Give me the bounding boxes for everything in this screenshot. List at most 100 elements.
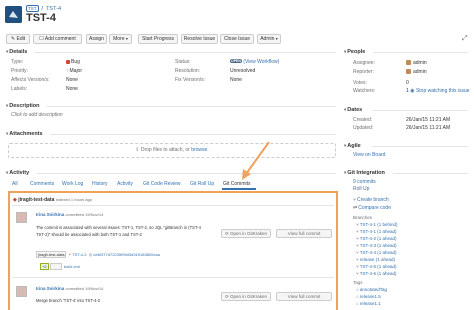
add-comment-button[interactable]: ☐ Add comment: [33, 34, 82, 44]
user-avatar-icon: [406, 60, 411, 65]
tab-all[interactable]: All: [12, 181, 18, 187]
admin-button[interactable]: Admin ▾: [257, 34, 281, 44]
watchers-count[interactable]: 1: [406, 88, 409, 94]
branch-icon: ⑂: [68, 252, 72, 257]
issue-title: TST-4: [26, 12, 56, 24]
branch-item[interactable]: ⑂TST-4-1 (1 ahead): [356, 229, 396, 234]
commit-icon: ◎: [88, 252, 93, 257]
active-tab-indicator: [222, 188, 256, 190]
twisty-icon: ▾: [6, 131, 9, 136]
section-divider: [50, 134, 336, 135]
git-integration-heading[interactable]: ▾Git Integration: [344, 170, 385, 176]
more-button[interactable]: More ▾: [109, 34, 132, 44]
affects-version-label: Affects Version/s:: [11, 77, 50, 83]
commit-author[interactable]: Irina Svirkina: [36, 286, 64, 291]
upload-icon: ⇪: [135, 147, 140, 153]
branch-icon: ⑂: [356, 243, 359, 248]
votes-label: Votes:: [353, 80, 367, 86]
drop-text: Drop files to attach, or: [140, 147, 190, 153]
tag-item[interactable]: ⌂release1.5: [356, 294, 381, 299]
commit-file-row: +2 build.xml: [40, 263, 80, 270]
status-value: OPEN (View Workflow): [230, 59, 279, 65]
section-divider: [372, 146, 468, 147]
assign-button[interactable]: Assign: [86, 34, 107, 44]
branch-icon: ⑂: [356, 222, 359, 227]
tab-git-code-review[interactable]: Git Code Review: [143, 181, 181, 187]
branch-item[interactable]: ⑂TST-4-4 (1 ahead): [356, 250, 396, 255]
branches-heading: Branches: [353, 215, 373, 220]
type-value: Bug: [66, 59, 80, 65]
view-on-board-link[interactable]: View on Board: [353, 152, 385, 158]
view-full-commit-button[interactable]: View full commit: [276, 292, 332, 301]
branch-item[interactable]: ⑂TST-4-1 (1 behind): [356, 222, 397, 227]
people-heading[interactable]: ▾People: [344, 49, 365, 55]
file-link[interactable]: build.xml: [64, 264, 80, 269]
open-in-gitkraken-button[interactable]: ⟳ Open in GitKraken: [221, 292, 271, 301]
labels-value[interactable]: None: [66, 86, 78, 92]
avatar: [16, 286, 27, 297]
agile-heading[interactable]: ▾Agile: [344, 143, 361, 149]
browse-link[interactable]: browse.: [191, 147, 209, 153]
branch-item[interactable]: ⑂TST-4-6 (1 ahead): [356, 271, 396, 276]
twisty-icon: ▾: [6, 103, 9, 108]
created-value: 26/Jan/15 11:21 AM: [406, 117, 451, 123]
commits-count-link[interactable]: 9 commits: [353, 179, 376, 185]
start-progress-button[interactable]: Start Progress: [138, 34, 178, 44]
view-workflow-link[interactable]: (View Workflow): [243, 59, 279, 65]
priority-value: ↑Major: [66, 68, 83, 74]
attachments-heading[interactable]: ▾Attachments: [6, 131, 43, 137]
branch-item[interactable]: ⑂TST-4-3 (1 ahead): [356, 243, 396, 248]
commit-author[interactable]: Irina Svirkina: [36, 212, 64, 217]
branch-item[interactable]: ⑂TST-4-2 (1 ahead): [356, 236, 396, 241]
close-issue-button[interactable]: Close Issue: [220, 34, 254, 44]
dates-heading[interactable]: ▾Dates: [344, 107, 362, 113]
assignee-label: Assignee:: [353, 60, 375, 66]
tag-icon: ⌂: [356, 287, 359, 292]
edit-button[interactable]: ✎ Edit: [6, 34, 30, 44]
details-heading[interactable]: ▾Details: [6, 49, 27, 55]
tab-work-log[interactable]: Work Log: [62, 181, 83, 187]
commit-author-line: Irina Svirkina committed 19/Nov/14: [36, 286, 103, 291]
repository-meta: indexed 1 hours ago: [55, 197, 93, 202]
branch-item[interactable]: ⑂TST-4-5 (1 ahead): [356, 264, 396, 269]
breadcrumb: TST / TST-4: [26, 5, 62, 12]
reporter-value[interactable]: admin: [406, 69, 427, 75]
resolution-label: Resolution:: [175, 68, 201, 74]
annotation-arrow-icon: [242, 141, 270, 180]
commit-hash-link[interactable]: d4bf377d72235f99d3d3151838f2fcaa: [93, 252, 160, 257]
assignee-value[interactable]: admin: [406, 60, 427, 66]
stop-watching-link[interactable]: Stop watching this issue: [416, 88, 470, 94]
attachment-drop-zone[interactable]: ⇪ Drop files to attach, or browse.: [8, 143, 336, 158]
compare-code-link[interactable]: ⇄Compare code: [353, 205, 391, 211]
open-in-gitkraken-button[interactable]: ⟳ Open in GitKraken: [221, 229, 271, 238]
tab-comments[interactable]: Comments: [30, 181, 54, 187]
tag-item[interactable]: ⌂release1.1: [356, 301, 381, 306]
diff-bar: [49, 263, 62, 270]
tab-history[interactable]: History: [92, 181, 108, 187]
collapse-icon[interactable]: ⤢: [462, 35, 470, 43]
branch-item[interactable]: ⑂release (1 ahead): [356, 257, 395, 262]
section-divider: [393, 173, 468, 174]
roll-up-link[interactable]: Roll Up: [353, 186, 369, 192]
tag-icon: ⌂: [356, 294, 359, 299]
tab-git-roll-up[interactable]: Git Roll Up: [190, 181, 214, 187]
create-branch-link[interactable]: ⑂Create branch: [353, 197, 389, 203]
activity-heading[interactable]: ▾Activity: [6, 170, 29, 176]
commit-meta: committed 19/Nov/14: [65, 212, 104, 217]
description-heading[interactable]: ▾Description: [6, 103, 40, 109]
view-full-commit-button[interactable]: View full commit: [276, 229, 332, 238]
resolve-issue-button[interactable]: Resolve Issue: [181, 34, 218, 44]
branch-icon: ⑂: [356, 229, 359, 234]
repository-name[interactable]: jiragit-test-data: [18, 197, 54, 203]
repo-chip[interactable]: jiragit-test-data: [36, 251, 67, 258]
tag-item[interactable]: ⌂annotatedTag: [356, 287, 387, 292]
updated-label: Updated:: [353, 125, 374, 131]
description-placeholder[interactable]: Click to add description: [11, 112, 63, 118]
commit-author-line: Irina Svirkina committed 19/Nov/14: [36, 212, 103, 217]
votes-value[interactable]: 0: [406, 80, 409, 86]
tab-activity[interactable]: Activity: [117, 181, 133, 187]
branch-link[interactable]: TST-4-2: [72, 252, 86, 257]
project-tag[interactable]: TST: [26, 5, 39, 12]
project-avatar[interactable]: [5, 6, 22, 23]
updated-value: 26/Jan/15 11:21 AM: [406, 125, 451, 131]
